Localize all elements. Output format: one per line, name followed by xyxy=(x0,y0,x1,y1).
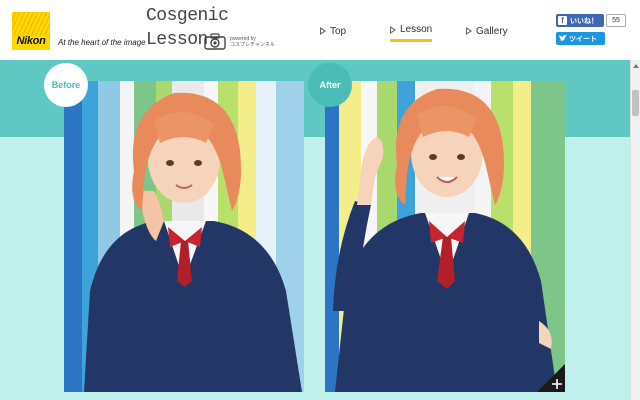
powered-by: powered by コスプレチャンネル xyxy=(230,36,275,48)
play-triangle-icon xyxy=(320,27,326,35)
before-badge: Before xyxy=(44,63,88,107)
after-badge: After xyxy=(308,63,352,107)
brand-title-line1: Cosgenic xyxy=(146,6,229,26)
logo-stripes xyxy=(12,12,50,36)
powered-by-site: コスプレチャンネル xyxy=(230,42,275,48)
before-photo-illustration xyxy=(64,81,304,392)
twitter-icon xyxy=(559,35,567,41)
tweet-button[interactable]: ツイート xyxy=(556,32,605,45)
nikon-logo[interactable]: Nikon xyxy=(12,12,50,50)
play-triangle-icon xyxy=(466,27,472,35)
nav-item-label: Top xyxy=(330,25,347,37)
cosgenic-lesson-logo[interactable]: Cosgenic Lesson powered by コスプレチャンネル xyxy=(146,6,286,54)
nav-item-top[interactable]: Top xyxy=(320,20,346,42)
facebook-icon: f xyxy=(558,16,567,25)
tweet-label: ツイート xyxy=(569,35,597,43)
after-photo-illustration xyxy=(325,81,565,392)
before-photo[interactable] xyxy=(64,81,304,392)
expand-plus-icon[interactable] xyxy=(537,364,565,392)
vertical-scrollbar[interactable] xyxy=(630,60,640,400)
tagline: At the heart of the image xyxy=(58,38,146,47)
nav-item-gallery[interactable]: Gallery xyxy=(466,20,508,42)
after-photo[interactable] xyxy=(325,81,565,392)
lesson-main xyxy=(0,60,630,400)
like-label: いいね！ xyxy=(570,17,598,25)
play-triangle-icon xyxy=(390,25,396,34)
facebook-like-button[interactable]: f いいね！ xyxy=(556,14,604,27)
like-count: 55 xyxy=(606,14,626,27)
scroll-thumb[interactable] xyxy=(632,90,639,116)
nav-item-label: Lesson xyxy=(400,24,433,35)
site-header: Nikon At the heart of the image Cosgenic… xyxy=(0,0,640,60)
scroll-up-icon[interactable] xyxy=(631,62,640,70)
logo-wordmark: Nikon xyxy=(16,35,46,47)
brand-title-line2: Lesson xyxy=(146,30,208,50)
nav-item-label: Gallery xyxy=(476,25,508,37)
page: Nikon At the heart of the image Cosgenic… xyxy=(0,0,640,400)
nav-item-lesson[interactable]: Lesson xyxy=(390,20,433,42)
camera-icon xyxy=(204,33,226,50)
